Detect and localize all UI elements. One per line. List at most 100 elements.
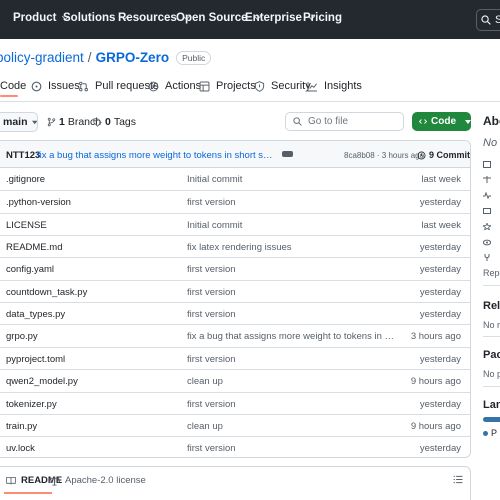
license-tab-label: Apache-2.0 license (65, 475, 146, 486)
file-commit-message-link[interactable]: first version (187, 354, 397, 365)
visibility-badge: Public (176, 50, 212, 65)
branch-name: main (3, 116, 28, 128)
file-name-link[interactable]: tokenizer.py (6, 399, 57, 410)
file-row: .python-version first version yesterday (0, 190, 470, 212)
file-name-link[interactable]: .gitignore (6, 174, 45, 185)
file-commit-message-link[interactable]: first version (187, 399, 397, 410)
tab-projects-label: Projects (216, 80, 256, 92)
file-commit-date: yesterday (419, 353, 461, 365)
global-search-input[interactable]: Se (476, 9, 500, 31)
file-commit-message-link[interactable]: first version (187, 264, 397, 275)
nav-product[interactable]: Product (13, 12, 70, 24)
tab-pull-requests[interactable]: Pull requests (78, 80, 159, 92)
file-row: config.yaml first version yesterday (0, 257, 470, 279)
branch-selector[interactable]: main (0, 112, 38, 132)
file-commit-date: last week (421, 219, 461, 231)
ellipsis-icon[interactable] (282, 151, 293, 157)
book-icon (483, 161, 491, 168)
file-name-link[interactable]: countdown_task.py (6, 287, 87, 298)
file-name-link[interactable]: README.md (6, 242, 62, 253)
file-name-link[interactable]: uv.lock (6, 443, 35, 454)
file-name-link[interactable]: .python-version (6, 197, 71, 208)
nav-open-source-label: Open Source (176, 12, 248, 24)
file-commit-message-link[interactable]: Initial commit (187, 220, 397, 231)
readme-tabs-bar: README Apache-2.0 license (0, 466, 471, 500)
file-row: .gitignore Initial commit last week (0, 168, 470, 190)
file-commit-date: last week (421, 174, 461, 185)
file-name-link[interactable]: qwen2_model.py (6, 376, 78, 387)
tab-actions[interactable]: Actions (148, 80, 201, 92)
git-branch-icon (47, 117, 56, 127)
tab-actions-label: Actions (165, 80, 202, 92)
tab-security[interactable]: Security (254, 80, 311, 92)
releases-heading[interactable]: Rele (483, 300, 500, 312)
commit-message-link[interactable]: fix a bug that assigns more weight to to… (37, 150, 277, 161)
fork-icon (484, 254, 490, 261)
tab-insights-label: Insights (324, 80, 362, 92)
code-icon (419, 119, 427, 124)
commit-count: 9 Commits (429, 150, 471, 160)
file-commit-message-link[interactable]: first version (187, 443, 397, 454)
tab-license[interactable]: Apache-2.0 license (49, 475, 146, 486)
file-commit-message-link[interactable]: clean up (187, 376, 397, 387)
go-to-file-input[interactable]: Go to file (285, 112, 404, 131)
file-name-link[interactable]: grpo.py (6, 331, 38, 342)
file-row: LICENSE Initial commit last week (0, 212, 470, 235)
table-icon (199, 81, 210, 91)
sidebar-divider (483, 285, 500, 286)
commit-author[interactable]: NTT123 (6, 150, 40, 161)
language-item[interactable]: P (483, 428, 497, 438)
file-commit-message-link[interactable]: first version (187, 287, 397, 298)
tab-projects[interactable]: Projects (199, 80, 256, 92)
file-commit-message-link[interactable]: fix a bug that assigns more weight to to… (187, 331, 397, 342)
global-search-label: Se (495, 14, 500, 26)
nav-enterprise-label: Enterprise (245, 12, 302, 24)
languages-heading: Lang (483, 399, 500, 411)
packages-heading[interactable]: Pack (483, 349, 500, 361)
file-commit-message-link[interactable]: first version (187, 309, 397, 320)
issue-icon (31, 81, 42, 91)
report-repository-link[interactable]: Repo (483, 268, 500, 278)
search-icon (293, 117, 302, 126)
caret-down-icon (465, 119, 471, 124)
file-row: README.md fix latex rendering issues yeste… (0, 235, 470, 257)
nav-pricing[interactable]: Pricing (303, 12, 342, 24)
star-icon (483, 223, 491, 230)
about-heading: Abo (483, 114, 500, 128)
file-commit-message-link[interactable]: first version (187, 197, 397, 208)
sidebar-divider (483, 386, 500, 387)
file-commit-message-link[interactable]: Initial commit (187, 174, 397, 185)
tag-count-label: Tags (113, 116, 137, 128)
tab-issues[interactable]: Issues (31, 80, 80, 92)
shield-icon (254, 80, 265, 92)
tab-code[interactable]: Code (0, 80, 26, 92)
commits-link[interactable]: 9 Commits (417, 150, 471, 160)
file-commit-date: yesterday (419, 398, 461, 410)
tags-link[interactable]: 0 Tags (93, 116, 136, 128)
commit-sha-time[interactable]: 8ca8b08 · 3 hours ago (344, 151, 424, 160)
active-tab-indicator (0, 95, 18, 97)
history-icon (417, 151, 426, 159)
file-name-link[interactable]: pyproject.toml (6, 354, 65, 365)
file-name-link[interactable]: config.yaml (6, 264, 54, 275)
file-name-link[interactable]: LICENSE (6, 220, 47, 231)
code-dropdown-button[interactable]: Code (412, 112, 471, 131)
file-row: train.py clean up 9 hours ago (0, 413, 470, 436)
file-row: tokenizer.py first version yesterday (0, 391, 470, 414)
table-of-contents-icon[interactable] (453, 475, 463, 484)
file-commit-message-link[interactable]: clean up (187, 421, 397, 432)
graph-icon (307, 81, 318, 91)
go-to-file-placeholder: Go to file (308, 116, 349, 127)
pull-request-icon (79, 81, 88, 91)
file-commit-message-link[interactable]: fix latex rendering issues (187, 242, 397, 253)
file-name-link[interactable]: train.py (6, 421, 37, 432)
file-name-link[interactable]: data_types.py (6, 309, 65, 320)
packages-note: No pa (483, 369, 500, 379)
nav-pricing-label: Pricing (303, 12, 342, 24)
file-commit-date: yesterday (419, 264, 461, 276)
tab-insights[interactable]: Insights (307, 80, 362, 92)
repo-tabs: Code Issues Pull requests Actions Projec… (0, 76, 500, 98)
repo-owner-link[interactable]: policy-gradient (0, 50, 84, 65)
file-row: qwen2_model.py clean up 9 hours ago (0, 369, 470, 391)
repo-name-link[interactable]: GRPO-Zero (96, 50, 170, 65)
